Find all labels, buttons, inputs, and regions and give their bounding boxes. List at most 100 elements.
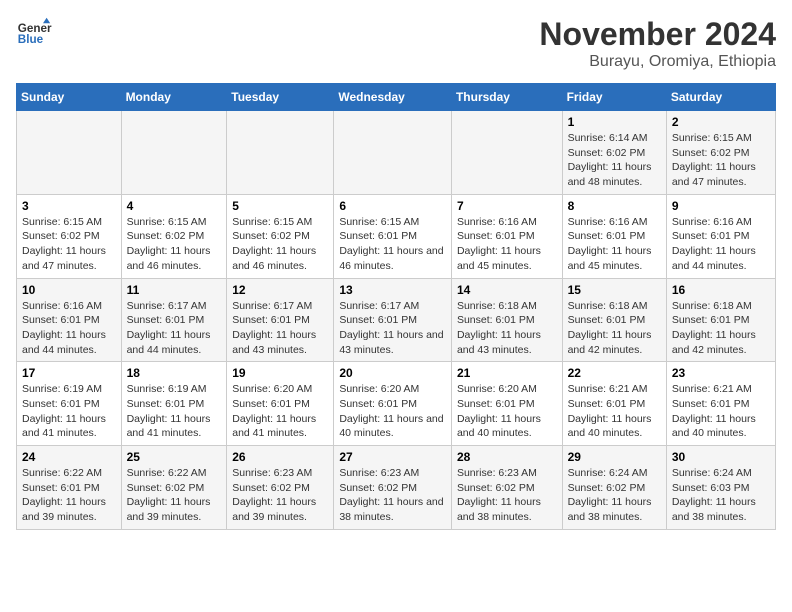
day-number: 9 <box>672 199 770 213</box>
day-info: Sunrise: 6:16 AM Sunset: 6:01 PM Dayligh… <box>568 215 661 274</box>
calendar-cell: 1 Sunrise: 6:14 AM Sunset: 6:02 PM Daylig… <box>562 111 666 195</box>
week-row-4: 17 Sunrise: 6:19 AM Sunset: 6:01 PM Dayli… <box>17 362 776 446</box>
day-info: Sunrise: 6:16 AM Sunset: 6:01 PM Dayligh… <box>457 215 557 274</box>
calendar-cell <box>227 111 334 195</box>
calendar-cell: 24Sunrise: 6:22 AM Sunset: 6:01 PM Dayli… <box>17 446 122 530</box>
calendar-cell: 6Sunrise: 6:15 AM Sunset: 6:01 PM Daylig… <box>334 194 452 278</box>
calendar-cell: 29 Sunrise: 6:24 AM Sunset: 6:02 PM Dayli… <box>562 446 666 530</box>
calendar-cell: 20Sunrise: 6:20 AM Sunset: 6:01 PM Dayli… <box>334 362 452 446</box>
day-number: 17 <box>22 366 116 380</box>
day-number: 12 <box>232 283 328 297</box>
week-row-1: 1 Sunrise: 6:14 AM Sunset: 6:02 PM Daylig… <box>17 111 776 195</box>
day-info: Sunrise: 6:20 AM Sunset: 6:01 PM Dayligh… <box>232 382 328 441</box>
calendar-cell: 3 Sunrise: 6:15 AM Sunset: 6:02 PM Daylig… <box>17 194 122 278</box>
day-number: 7 <box>457 199 557 213</box>
calendar-cell: 25 Sunrise: 6:22 AM Sunset: 6:02 PM Dayli… <box>121 446 227 530</box>
day-info: Sunrise: 6:22 AM Sunset: 6:02 PM Dayligh… <box>127 466 222 525</box>
day-number: 21 <box>457 366 557 380</box>
day-info: Sunrise: 6:21 AM Sunset: 6:01 PM Dayligh… <box>672 382 770 441</box>
day-number: 3 <box>22 199 116 213</box>
day-info: Sunrise: 6:24 AM Sunset: 6:03 PM Dayligh… <box>672 466 770 525</box>
day-info: Sunrise: 6:22 AM Sunset: 6:01 PM Dayligh… <box>22 466 116 525</box>
calendar-cell: 23 Sunrise: 6:21 AM Sunset: 6:01 PM Dayli… <box>666 362 775 446</box>
calendar-cell: 22 Sunrise: 6:21 AM Sunset: 6:01 PM Dayli… <box>562 362 666 446</box>
day-info: Sunrise: 6:24 AM Sunset: 6:02 PM Dayligh… <box>568 466 661 525</box>
calendar-cell: 12 Sunrise: 6:17 AM Sunset: 6:01 PM Dayli… <box>227 278 334 362</box>
week-row-5: 24Sunrise: 6:22 AM Sunset: 6:01 PM Dayli… <box>17 446 776 530</box>
day-number: 11 <box>127 283 222 297</box>
day-number: 22 <box>568 366 661 380</box>
weekday-header-row: SundayMondayTuesdayWednesdayThursdayFrid… <box>17 84 776 111</box>
calendar-table: SundayMondayTuesdayWednesdayThursdayFrid… <box>16 83 776 530</box>
calendar-cell: 7 Sunrise: 6:16 AM Sunset: 6:01 PM Daylig… <box>451 194 562 278</box>
weekday-header-sunday: Sunday <box>17 84 122 111</box>
day-number: 13 <box>339 283 446 297</box>
day-number: 1 <box>568 115 661 129</box>
day-number: 5 <box>232 199 328 213</box>
calendar-cell: 2 Sunrise: 6:15 AM Sunset: 6:02 PM Daylig… <box>666 111 775 195</box>
calendar-cell <box>451 111 562 195</box>
day-info: Sunrise: 6:17 AM Sunset: 6:01 PM Dayligh… <box>127 299 222 358</box>
day-info: Sunrise: 6:16 AM Sunset: 6:01 PM Dayligh… <box>672 215 770 274</box>
calendar-cell: 13 Sunrise: 6:17 AM Sunset: 6:01 PM Dayli… <box>334 278 452 362</box>
day-number: 27 <box>339 450 446 464</box>
day-number: 29 <box>568 450 661 464</box>
page-header: General Blue November 2024 Burayu, Oromi… <box>16 16 776 71</box>
week-row-3: 10 Sunrise: 6:16 AM Sunset: 6:01 PM Dayli… <box>17 278 776 362</box>
day-info: Sunrise: 6:20 AM Sunset: 6:01 PM Dayligh… <box>457 382 557 441</box>
calendar-cell: 30 Sunrise: 6:24 AM Sunset: 6:03 PM Dayli… <box>666 446 775 530</box>
day-number: 30 <box>672 450 770 464</box>
week-row-2: 3 Sunrise: 6:15 AM Sunset: 6:02 PM Daylig… <box>17 194 776 278</box>
calendar-cell <box>334 111 452 195</box>
calendar-cell: 26 Sunrise: 6:23 AM Sunset: 6:02 PM Dayli… <box>227 446 334 530</box>
day-info: Sunrise: 6:15 AM Sunset: 6:02 PM Dayligh… <box>22 215 116 274</box>
svg-text:Blue: Blue <box>18 33 44 46</box>
day-info: Sunrise: 6:16 AM Sunset: 6:01 PM Dayligh… <box>22 299 116 358</box>
day-info: Sunrise: 6:19 AM Sunset: 6:01 PM Dayligh… <box>22 382 116 441</box>
weekday-header-monday: Monday <box>121 84 227 111</box>
calendar-cell: 9 Sunrise: 6:16 AM Sunset: 6:01 PM Daylig… <box>666 194 775 278</box>
day-info: Sunrise: 6:23 AM Sunset: 6:02 PM Dayligh… <box>232 466 328 525</box>
day-info: Sunrise: 6:15 AM Sunset: 6:02 PM Dayligh… <box>672 131 770 190</box>
calendar-cell: 16Sunrise: 6:18 AM Sunset: 6:01 PM Dayli… <box>666 278 775 362</box>
calendar-cell: 4Sunrise: 6:15 AM Sunset: 6:02 PM Daylig… <box>121 194 227 278</box>
day-number: 14 <box>457 283 557 297</box>
day-number: 20 <box>339 366 446 380</box>
day-info: Sunrise: 6:23 AM Sunset: 6:02 PM Dayligh… <box>457 466 557 525</box>
calendar-cell: 27Sunrise: 6:23 AM Sunset: 6:02 PM Dayli… <box>334 446 452 530</box>
day-info: Sunrise: 6:15 AM Sunset: 6:02 PM Dayligh… <box>232 215 328 274</box>
page-subtitle: Burayu, Oromiya, Ethiopia <box>539 53 776 71</box>
day-number: 23 <box>672 366 770 380</box>
calendar-cell: 11 Sunrise: 6:17 AM Sunset: 6:01 PM Dayli… <box>121 278 227 362</box>
day-number: 26 <box>232 450 328 464</box>
day-number: 16 <box>672 283 770 297</box>
day-number: 15 <box>568 283 661 297</box>
calendar-cell: 8 Sunrise: 6:16 AM Sunset: 6:01 PM Daylig… <box>562 194 666 278</box>
calendar-cell <box>17 111 122 195</box>
calendar-cell: 5 Sunrise: 6:15 AM Sunset: 6:02 PM Daylig… <box>227 194 334 278</box>
day-number: 10 <box>22 283 116 297</box>
logo: General Blue <box>16 16 52 52</box>
day-number: 19 <box>232 366 328 380</box>
day-number: 2 <box>672 115 770 129</box>
day-number: 8 <box>568 199 661 213</box>
calendar-cell: 10 Sunrise: 6:16 AM Sunset: 6:01 PM Dayli… <box>17 278 122 362</box>
day-info: Sunrise: 6:18 AM Sunset: 6:01 PM Dayligh… <box>568 299 661 358</box>
calendar-cell <box>121 111 227 195</box>
day-info: Sunrise: 6:18 AM Sunset: 6:01 PM Dayligh… <box>457 299 557 358</box>
day-number: 25 <box>127 450 222 464</box>
calendar-cell: 17 Sunrise: 6:19 AM Sunset: 6:01 PM Dayli… <box>17 362 122 446</box>
day-info: Sunrise: 6:17 AM Sunset: 6:01 PM Dayligh… <box>339 299 446 358</box>
weekday-header-tuesday: Tuesday <box>227 84 334 111</box>
day-number: 28 <box>457 450 557 464</box>
weekday-header-friday: Friday <box>562 84 666 111</box>
page-title: November 2024 <box>539 16 776 53</box>
day-info: Sunrise: 6:19 AM Sunset: 6:01 PM Dayligh… <box>127 382 222 441</box>
weekday-header-wednesday: Wednesday <box>334 84 452 111</box>
day-number: 4 <box>127 199 222 213</box>
day-info: Sunrise: 6:17 AM Sunset: 6:01 PM Dayligh… <box>232 299 328 358</box>
day-info: Sunrise: 6:21 AM Sunset: 6:01 PM Dayligh… <box>568 382 661 441</box>
day-number: 6 <box>339 199 446 213</box>
day-info: Sunrise: 6:14 AM Sunset: 6:02 PM Dayligh… <box>568 131 661 190</box>
calendar-cell: 15 Sunrise: 6:18 AM Sunset: 6:01 PM Dayli… <box>562 278 666 362</box>
